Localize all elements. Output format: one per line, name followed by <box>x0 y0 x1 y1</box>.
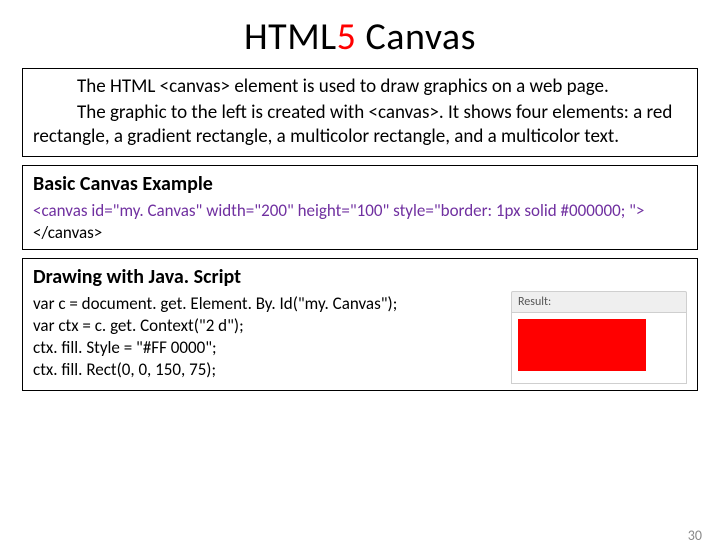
intro-paragraph-2: The graphic to the left is created with … <box>33 101 687 149</box>
js-body: var c = document. get. Element. By. Id("… <box>33 293 687 384</box>
title-post: Canvas <box>356 14 476 60</box>
slide-title: HTML5 Canvas <box>0 14 720 60</box>
js-line-3: ctx. fill. Style = "#FF 0000"; <box>33 337 397 359</box>
title-highlight: 5 <box>337 14 357 60</box>
title-pre: HTML <box>244 14 337 60</box>
js-line-1: var c = document. get. Element. By. Id("… <box>33 293 397 315</box>
page-number: 30 <box>688 527 702 540</box>
result-panel: Result: <box>511 291 687 384</box>
basic-example-heading: Basic Canvas Example <box>33 172 687 196</box>
js-line-2: var ctx = c. get. Context("2 d"); <box>33 315 397 337</box>
js-code: var c = document. get. Element. By. Id("… <box>33 293 397 381</box>
canvas-code-line-1: <canvas id="my. Canvas" width="200" heig… <box>33 200 687 221</box>
js-line-4: ctx. fill. Rect(0, 0, 150, 75); <box>33 359 397 381</box>
intro-paragraph-1: The HTML <canvas> element is used to dra… <box>33 75 687 99</box>
red-rectangle <box>518 319 646 371</box>
canvas-code: <canvas id="my. Canvas" width="200" heig… <box>33 200 687 243</box>
basic-example-box: Basic Canvas Example <canvas id="my. Can… <box>22 165 698 250</box>
intro-box: The HTML <canvas> element is used to dra… <box>22 68 698 157</box>
js-box: Drawing with Java. Script var c = docume… <box>22 258 698 391</box>
canvas-code-line-2: </canvas> <box>33 222 687 243</box>
result-body <box>511 312 687 384</box>
js-heading: Drawing with Java. Script <box>33 265 687 289</box>
slide: HTML5 Canvas The HTML <canvas> element i… <box>0 14 720 540</box>
result-label: Result: <box>511 291 687 312</box>
